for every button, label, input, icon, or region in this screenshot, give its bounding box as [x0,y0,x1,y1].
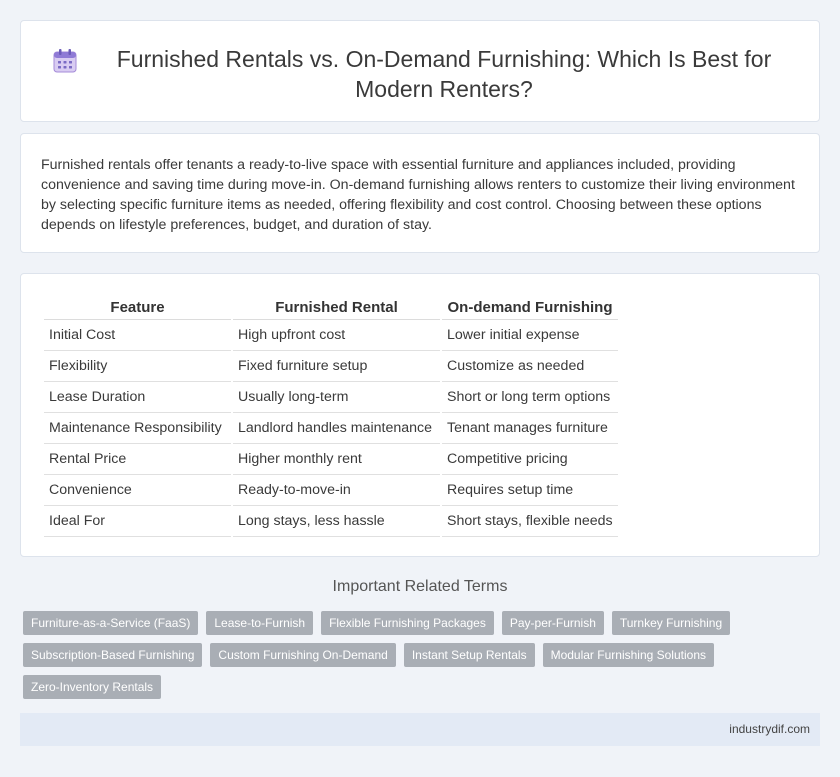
table-row: Initial Cost High upfront cost Lower ini… [44,320,618,351]
cell-on-demand: Short or long term options [442,382,618,413]
table-row: Lease Duration Usually long-term Short o… [44,382,618,413]
tag-link[interactable]: Zero-Inventory Rentals [23,675,162,699]
tag-link[interactable]: Subscription-Based Furnishing [23,643,203,667]
table-row: Convenience Ready-to-move-in Requires se… [44,475,618,506]
tag-link[interactable]: Modular Furnishing Solutions [542,643,714,667]
header-on-demand-furnishing: On-demand Furnishing [442,297,618,320]
footer-site-link[interactable]: industrydif.com [729,722,810,736]
cell-feature: Convenience [44,475,231,506]
tag-link[interactable]: Flexible Furnishing Packages [321,611,494,635]
page-title: Furnished Rentals vs. On-Demand Furnishi… [116,46,772,102]
cell-furnished: Landlord handles maintenance [233,413,440,444]
cell-on-demand: Short stays, flexible needs [442,506,618,537]
cell-feature: Initial Cost [44,320,231,351]
comparison-card: Feature Furnished Rental On-demand Furni… [20,273,820,557]
cell-furnished: Ready-to-move-in [233,475,440,506]
cell-feature: Maintenance Responsibility [44,413,231,444]
cell-furnished: Usually long-term [233,382,440,413]
cell-on-demand: Customize as needed [442,351,618,382]
cell-furnished: High upfront cost [233,320,440,351]
table-row: Flexibility Fixed furniture setup Custom… [44,351,618,382]
tag-link[interactable]: Custom Furnishing On-Demand [210,643,396,667]
calendar-icon [51,47,79,75]
tag-link[interactable]: Lease-to-Furnish [206,611,314,635]
related-terms-heading: Important Related Terms [332,578,508,595]
header-furnished-rental: Furnished Rental [233,297,440,320]
cell-feature: Rental Price [44,444,231,475]
tag-link[interactable]: Turnkey Furnishing [611,611,731,635]
header-feature: Feature [44,297,231,320]
comparison-table: Feature Furnished Rental On-demand Furni… [42,297,620,537]
cell-furnished: Higher monthly rent [233,444,440,475]
intro-card: Furnished rentals offer tenants a ready-… [20,133,820,253]
table-row: Ideal For Long stays, less hassle Short … [44,506,618,537]
table-header-row: Feature Furnished Rental On-demand Furni… [44,297,618,320]
cell-on-demand: Tenant manages furniture [442,413,618,444]
cell-on-demand: Requires setup time [442,475,618,506]
intro-paragraph: Furnished rentals offer tenants a ready-… [41,157,795,233]
cell-feature: Flexibility [44,351,231,382]
title-card: Furnished Rentals vs. On-Demand Furnishi… [20,20,820,122]
footer: industrydif.com [20,713,820,746]
cell-furnished: Long stays, less hassle [233,506,440,537]
related-terms-tags: Furniture-as-a-Service (FaaS) Lease-to-F… [23,611,743,699]
cell-feature: Lease Duration [44,382,231,413]
tag-link[interactable]: Pay-per-Furnish [501,611,604,635]
tag-link[interactable]: Instant Setup Rentals [403,643,535,667]
table-row: Rental Price Higher monthly rent Competi… [44,444,618,475]
cell-furnished: Fixed furniture setup [233,351,440,382]
table-row: Maintenance Responsibility Landlord hand… [44,413,618,444]
cell-on-demand: Competitive pricing [442,444,618,475]
cell-feature: Ideal For [44,506,231,537]
tag-link[interactable]: Furniture-as-a-Service (FaaS) [23,611,199,635]
cell-on-demand: Lower initial expense [442,320,618,351]
